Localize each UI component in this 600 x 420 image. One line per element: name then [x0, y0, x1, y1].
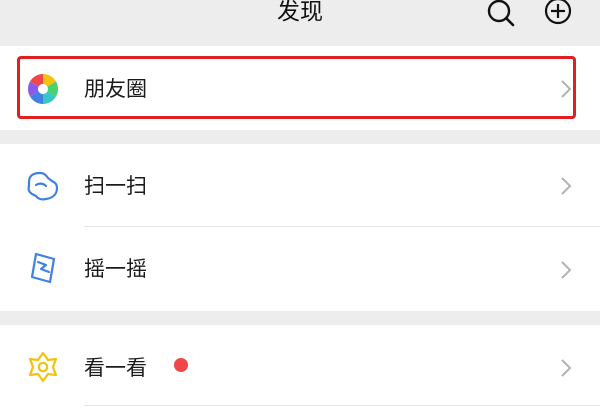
discover-item-top-stories[interactable]: 看一看	[0, 325, 600, 420]
chevron-right-icon	[561, 261, 572, 279]
discover-item-label: 扫一扫	[84, 174, 147, 198]
divider	[84, 405, 600, 406]
top-bar: 发现	[0, 0, 600, 45]
search-icon[interactable]	[484, 0, 518, 28]
discover-item-label: 摇一摇	[84, 257, 147, 281]
top-stories-icon	[28, 351, 58, 383]
highlight-box	[17, 56, 576, 119]
chevron-right-icon	[561, 359, 572, 377]
shake-icon	[30, 252, 56, 284]
notification-badge	[174, 358, 188, 372]
chevron-right-icon	[561, 177, 572, 195]
discover-item-scan[interactable]: 扫一扫	[0, 144, 600, 227]
add-icon[interactable]	[542, 0, 576, 28]
scan-icon	[27, 171, 59, 201]
discover-item-label: 看一看	[84, 356, 147, 380]
discover-item-shake[interactable]: 摇一摇	[0, 227, 600, 311]
